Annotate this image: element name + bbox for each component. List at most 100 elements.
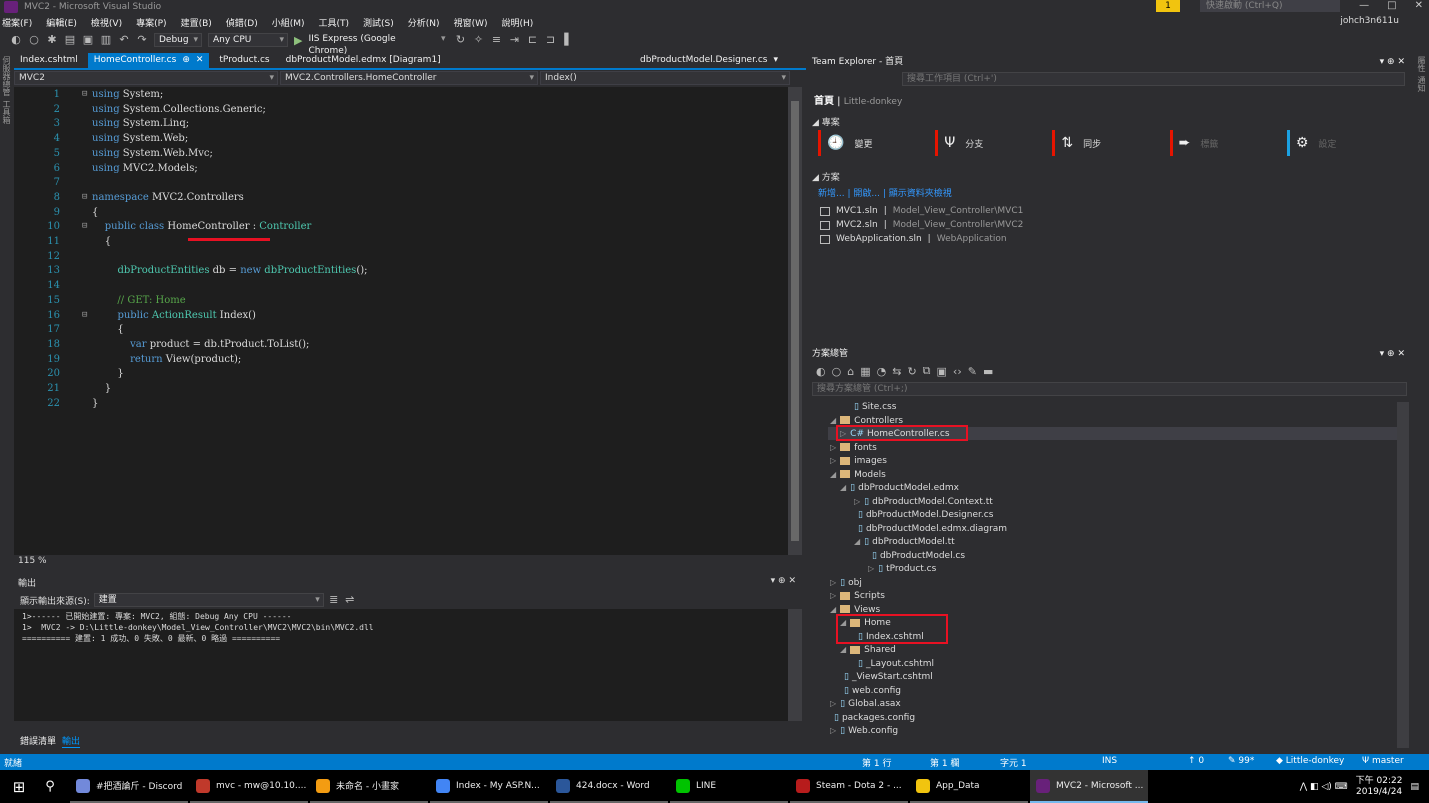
taskbar-app[interactable]: #把酒論斤 - Discord: [70, 770, 188, 803]
tree-item[interactable]: ▷ ▯ Global.asax: [830, 697, 901, 710]
tree-item[interactable]: ▯ dbProductModel.cs: [868, 549, 965, 562]
server-explorer-tab[interactable]: 伺服器總管: [1, 56, 12, 96]
expand-arrow-icon[interactable]: ◢: [830, 470, 836, 479]
menu-item-10[interactable]: 視窗(W): [454, 16, 488, 29]
config-select[interactable]: Debug: [154, 33, 202, 47]
code-line[interactable]: {: [92, 207, 98, 218]
taskbar-app[interactable]: MVC2 - Microsoft ...: [1030, 770, 1148, 803]
se-code-icon[interactable]: ‹›: [953, 365, 962, 378]
code-line[interactable]: using MVC2.Models;: [92, 163, 198, 174]
code-line[interactable]: namespace MVC2.Controllers: [92, 192, 244, 203]
expand-arrow-icon[interactable]: ◢: [830, 605, 836, 614]
member-select[interactable]: Index(): [540, 71, 790, 85]
code-line[interactable]: using System.Collections.Generic;: [92, 104, 266, 115]
status-push[interactable]: ↑ 0: [1188, 756, 1204, 766]
menu-item-11[interactable]: 說明(H): [501, 16, 533, 29]
se-back-icon[interactable]: ◐: [816, 365, 826, 378]
te-pin-close-icon[interactable]: ▾ ⊕ ✕: [1380, 54, 1405, 70]
se-sync-icon[interactable]: ⇆: [892, 365, 901, 378]
tab-dropdown-icon[interactable]: ▾: [773, 55, 778, 65]
code-line[interactable]: {: [92, 236, 111, 247]
project-select[interactable]: MVC2: [14, 71, 278, 85]
save-all-icon[interactable]: ▥: [100, 34, 112, 46]
expand-arrow-icon[interactable]: ◢: [854, 537, 860, 546]
editor-scrollbar[interactable]: [788, 87, 802, 555]
tree-item[interactable]: ▷ Scripts: [830, 589, 885, 602]
expand-arrow-icon[interactable]: ◢: [840, 645, 846, 654]
comment-icon[interactable]: ⊏: [526, 34, 538, 46]
open-icon[interactable]: ▤: [64, 34, 76, 46]
back-icon[interactable]: ◐: [10, 34, 22, 46]
menu-item-4[interactable]: 建置(B): [181, 16, 212, 29]
new-project-icon[interactable]: ✱: [46, 34, 58, 46]
fold-icon[interactable]: ⊟: [82, 221, 87, 231]
tree-item[interactable]: ▯ packages.config: [830, 711, 915, 724]
user-account[interactable]: johch3n611u: [1340, 16, 1399, 26]
tree-item[interactable]: ▷ ▯ Web.config: [830, 724, 898, 737]
save-icon[interactable]: ▣: [82, 34, 94, 46]
expand-arrow-icon[interactable]: ▷: [830, 726, 836, 735]
toolbox-tab[interactable]: 工具箱: [1, 100, 12, 124]
close-tab-icon[interactable]: ✕: [196, 55, 204, 65]
menu-item-2[interactable]: 檢視(V): [91, 16, 122, 29]
fold-icon[interactable]: ⊟: [82, 89, 87, 99]
maximize-icon[interactable]: □: [1387, 0, 1396, 11]
undo-icon[interactable]: ↶: [118, 34, 130, 46]
code-line[interactable]: using System.Linq;: [92, 118, 189, 129]
open-link[interactable]: 開啟...: [853, 189, 880, 199]
menu-item-7[interactable]: 工具(T): [319, 16, 350, 29]
menu-item-9[interactable]: 分析(N): [408, 16, 440, 29]
tree-item[interactable]: ▯ _ViewStart.cshtml: [840, 670, 933, 683]
redo-icon[interactable]: ↷: [136, 34, 148, 46]
project-section-header[interactable]: ◢ 專案: [808, 111, 1411, 130]
clock[interactable]: 下午 02:22 2019/4/24: [1356, 776, 1403, 798]
tree-item[interactable]: ◢ ▯ dbProductModel.tt: [854, 535, 955, 548]
menu-item-3[interactable]: 專案(P): [136, 16, 166, 29]
clear-all-icon[interactable]: ≣: [328, 594, 340, 606]
minimize-icon[interactable]: —: [1359, 0, 1369, 11]
output-text[interactable]: 1>------ 已開始建置: 專案: MVC2, 組態: Debug Any …: [14, 609, 788, 721]
folder-view-link[interactable]: 顯示資料夾檢視: [889, 189, 952, 199]
code-line[interactable]: // GET: Home: [92, 295, 185, 306]
code-line[interactable]: {: [92, 324, 123, 335]
quick-launch-input[interactable]: 快速啟動 (Ctrl+Q): [1200, 0, 1340, 12]
tile-gear[interactable]: ⚙ 設定: [1286, 130, 1402, 156]
se-home-icon[interactable]: ⌂: [847, 365, 854, 378]
status-branch[interactable]: Ψ master: [1362, 756, 1404, 766]
solution-section-header[interactable]: ◢ 方案: [808, 166, 1411, 185]
scroll-thumb[interactable]: [791, 101, 799, 541]
code-line[interactable]: var product = db.tProduct.ToList();: [92, 339, 309, 350]
se-show-all-icon[interactable]: ▣: [937, 365, 947, 378]
expand-arrow-icon[interactable]: ▷: [830, 456, 836, 465]
expand-arrow-icon[interactable]: ▷: [830, 699, 836, 708]
expand-arrow-icon[interactable]: ▷: [830, 443, 836, 452]
menu-item-1[interactable]: 編輯(E): [46, 16, 77, 29]
expand-arrow-icon[interactable]: ▷: [830, 578, 836, 587]
taskbar-app[interactable]: mvc - mw@10.10....: [190, 770, 308, 803]
forward-icon[interactable]: ○: [28, 34, 40, 46]
tree-item[interactable]: ▷ images: [830, 454, 887, 467]
se-refresh-icon[interactable]: ↻: [907, 365, 916, 378]
zoom-level[interactable]: 115 %: [14, 556, 802, 568]
tab-tproduct[interactable]: tProduct.cs: [213, 53, 275, 68]
solution-search[interactable]: 搜尋方案總管 (Ctrl+;): [812, 382, 1407, 396]
menu-item-0[interactable]: 檔案(F): [2, 16, 32, 29]
solution-scrollbar[interactable]: [1397, 402, 1409, 748]
refresh-icon[interactable]: ↻: [454, 34, 466, 46]
code-editor[interactable]: 1 using System; ⊟ 2 using System.Collections…: [14, 87, 802, 555]
status-repo[interactable]: ◆ Little-donkey: [1276, 756, 1344, 766]
tile-tag[interactable]: ➨ 標籤: [1169, 130, 1284, 156]
se-pin-close-icon[interactable]: ▾ ⊕ ✕: [1380, 346, 1405, 362]
taskbar-app[interactable]: 未命名 - 小畫家: [310, 770, 428, 803]
se-collapse-icon[interactable]: ⧉: [923, 364, 931, 378]
menu-item-8[interactable]: 測試(S): [363, 16, 394, 29]
tab-edmx-diagram[interactable]: dbProductModel.edmx [Diagram1]: [280, 53, 447, 68]
taskbar-app[interactable]: Index - My ASP.N...: [430, 770, 548, 803]
search-icon[interactable]: ⚲: [38, 779, 62, 794]
tile-clock[interactable]: 🕘 變更: [818, 130, 933, 156]
new-link[interactable]: 新增...: [818, 189, 845, 199]
tab-index-cshtml[interactable]: Index.cshtml: [14, 53, 84, 68]
se-forward-icon[interactable]: ○: [832, 365, 842, 378]
tree-item[interactable]: ◢ ▯ dbProductModel.edmx: [840, 481, 959, 494]
expand-arrow-icon[interactable]: ▷: [854, 497, 860, 506]
